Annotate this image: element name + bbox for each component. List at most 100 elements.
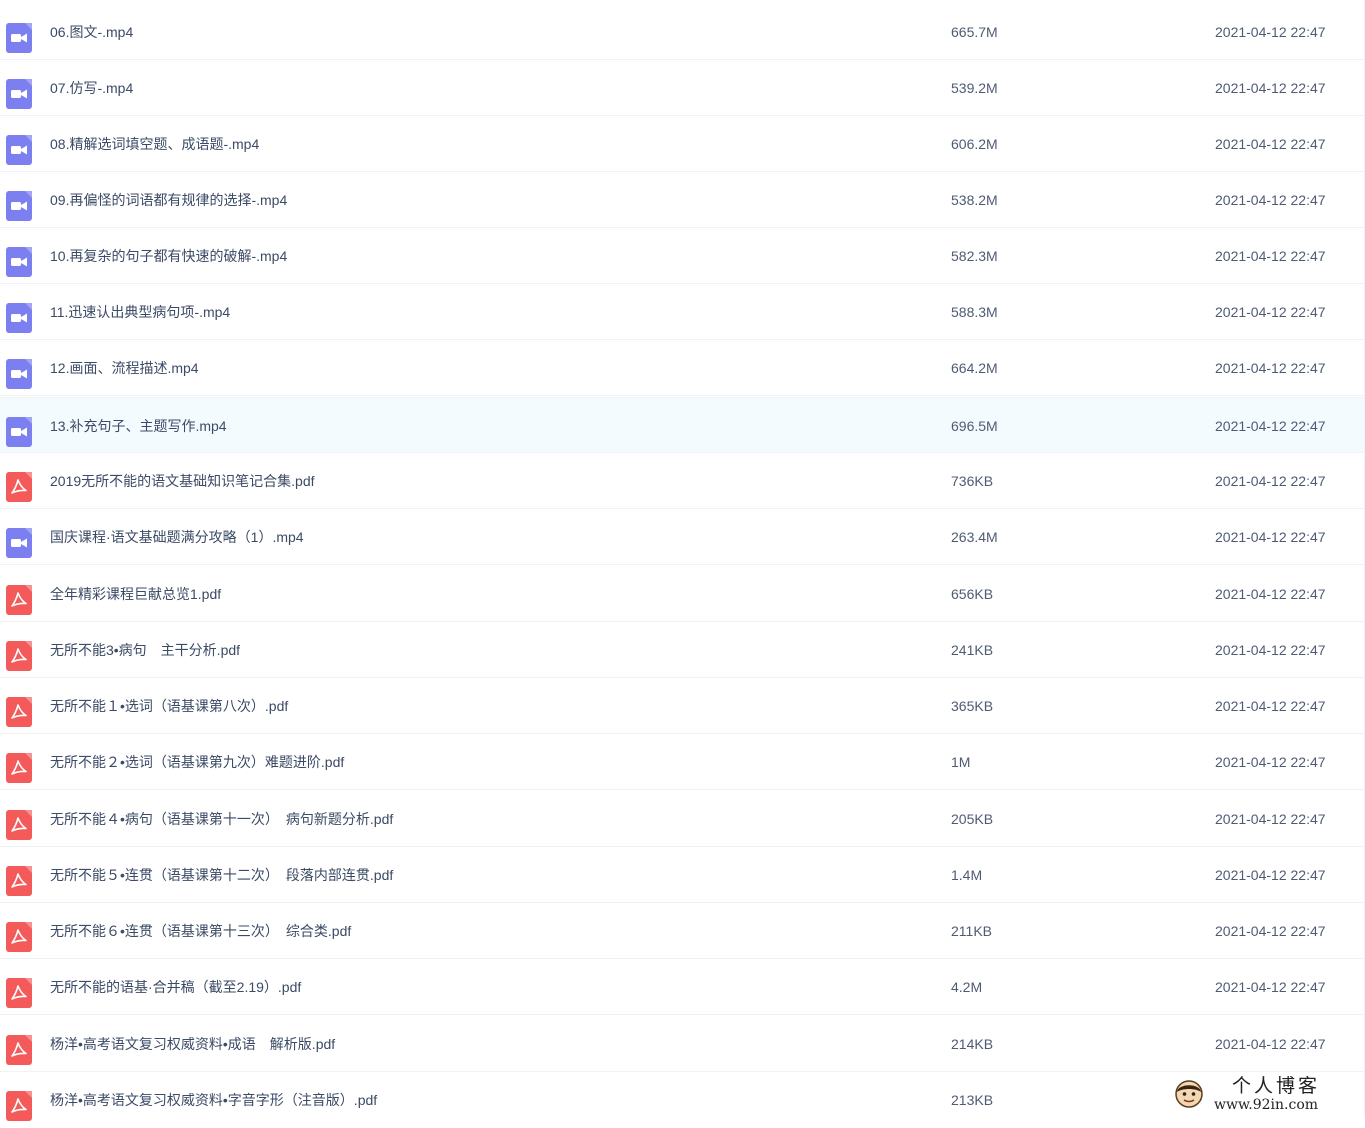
file-row[interactable]: 11.迅速认出典型病句项-.mp4 588.3M 2021-04-12 22:4… — [0, 284, 1364, 340]
file-size: 263.4M — [951, 529, 998, 545]
pdf-file-icon — [6, 1035, 32, 1065]
file-name[interactable]: 杨洋•高考语文复习权威资料•成语 解析版.pdf — [50, 1016, 335, 1072]
watermark-url: www.92in.com — [1214, 1097, 1319, 1113]
pdf-file-icon — [6, 585, 32, 615]
watermark: 个人博客 www.92in.com — [1172, 1075, 1362, 1115]
pdf-file-icon — [6, 978, 32, 1008]
file-row[interactable]: 无所不能４•病句（语基课第十一次） 病句新题分析.pdf 205KB 2021-… — [0, 791, 1364, 847]
pdf-file-icon — [6, 753, 32, 783]
file-time: 2021-04-12 22:47 — [1215, 136, 1326, 152]
file-row[interactable]: 无所不能６•连贯（语基课第十三次） 综合类.pdf 211KB 2021-04-… — [0, 903, 1364, 959]
file-row[interactable]: 无所不能５•连贯（语基课第十二次） 段落内部连贯.pdf 1.4M 2021-0… — [0, 847, 1364, 903]
file-time: 2021-04-12 22:47 — [1215, 24, 1326, 40]
file-time: 2021-04-12 22:47 — [1215, 642, 1326, 658]
video-file-icon — [6, 247, 32, 277]
file-name[interactable]: 无所不能５•连贯（语基课第十二次） 段落内部连贯.pdf — [50, 847, 393, 903]
file-row[interactable]: 无所不能１•选词（语基课第八次）.pdf 365KB 2021-04-12 22… — [0, 678, 1364, 734]
file-row[interactable]: 09.再偏怪的词语都有规律的选择-.mp4 538.2M 2021-04-12 … — [0, 172, 1364, 228]
file-row[interactable]: 08.精解选词填空题、成语题-.mp4 606.2M 2021-04-12 22… — [0, 116, 1364, 172]
video-file-icon — [6, 135, 32, 165]
file-time: 2021-04-12 22:47 — [1215, 473, 1326, 489]
file-time: 2021-04-12 22:47 — [1215, 304, 1326, 320]
file-name[interactable]: 无所不能的语基·合并稿（截至2.19）.pdf — [50, 959, 301, 1015]
pdf-file-icon — [6, 866, 32, 896]
file-name[interactable]: 无所不能２•选词（语基课第九次）难题进阶.pdf — [50, 734, 344, 790]
file-name[interactable]: 08.精解选词填空题、成语题-.mp4 — [50, 116, 259, 172]
file-size: 1M — [951, 754, 971, 770]
file-size: 365KB — [951, 698, 994, 714]
file-name[interactable]: 12.画面、流程描述.mp4 — [50, 340, 199, 396]
file-row[interactable]: 全年精彩课程巨献总览1.pdf 656KB 2021-04-12 22:47 — [0, 566, 1364, 622]
file-time: 2021-04-12 22:47 — [1215, 80, 1326, 96]
file-time: 2021-04-12 22:47 — [1215, 529, 1326, 545]
video-file-icon — [6, 23, 32, 53]
file-size: 211KB — [951, 923, 992, 939]
video-file-icon — [6, 191, 32, 221]
file-row[interactable]: 07.仿写-.mp4 539.2M 2021-04-12 22:47 — [0, 60, 1364, 116]
file-size: 656KB — [951, 586, 994, 602]
file-size: 736KB — [951, 473, 994, 489]
file-size: 696.5M — [951, 418, 998, 434]
pdf-file-icon — [6, 810, 32, 840]
file-row[interactable]: 06.图文-.mp4 665.7M 2021-04-12 22:47 — [0, 4, 1364, 60]
file-row[interactable]: 10.再复杂的句子都有快速的破解-.mp4 582.3M 2021-04-12 … — [0, 228, 1364, 284]
watermark-title: 个人博客 — [1232, 1075, 1321, 1097]
file-time: 2021-04-12 22:47 — [1215, 698, 1326, 714]
file-name[interactable]: 无所不能４•病句（语基课第十一次） 病句新题分析.pdf — [50, 791, 393, 847]
file-time: 2021-04-12 22:47 — [1215, 192, 1326, 208]
file-row[interactable]: 2019无所不能的语文基础知识笔记合集.pdf 736KB 2021-04-12… — [0, 453, 1364, 509]
file-name[interactable]: 全年精彩课程巨献总览1.pdf — [50, 566, 221, 622]
file-name[interactable]: 无所不能６•连贯（语基课第十三次） 综合类.pdf — [50, 903, 351, 959]
file-size: 4.2M — [951, 979, 983, 995]
file-name[interactable]: 无所不能１•选词（语基课第八次）.pdf — [50, 678, 288, 734]
file-size: 214KB — [951, 1036, 994, 1052]
file-time: 2021-04-12 22:47 — [1215, 979, 1326, 995]
file-time: 2021-04-12 22:47 — [1215, 923, 1326, 939]
file-name[interactable]: 10.再复杂的句子都有快速的破解-.mp4 — [50, 228, 287, 284]
file-row[interactable]: 杨洋•高考语文复习权威资料•成语 解析版.pdf 214KB 2021-04-1… — [0, 1016, 1364, 1072]
file-time: 2021-04-12 22:47 — [1215, 867, 1326, 883]
video-file-icon — [6, 528, 32, 558]
file-size: 538.2M — [951, 192, 998, 208]
file-time: 2021-04-12 22:47 — [1215, 586, 1326, 602]
file-name[interactable]: 无所不能3•病句 主干分析.pdf — [50, 622, 240, 678]
file-row[interactable]: 杨洋•高考语文复习权威资料•字音字形（注音版）.pdf 213KB — [0, 1072, 1364, 1128]
file-name[interactable]: 06.图文-.mp4 — [50, 4, 133, 60]
file-name[interactable]: 2019无所不能的语文基础知识笔记合集.pdf — [50, 453, 315, 509]
file-time: 2021-04-12 22:47 — [1215, 811, 1326, 827]
file-row[interactable]: 无所不能的语基·合并稿（截至2.19）.pdf 4.2M 2021-04-12 … — [0, 959, 1364, 1015]
file-size: 582.3M — [951, 248, 998, 264]
video-file-icon — [6, 303, 32, 333]
file-name[interactable]: 09.再偏怪的词语都有规律的选择-.mp4 — [50, 172, 287, 228]
file-size: 539.2M — [951, 80, 998, 96]
pdf-file-icon — [6, 641, 32, 671]
file-name[interactable]: 07.仿写-.mp4 — [50, 60, 133, 116]
file-name[interactable]: 国庆课程·语文基础题满分攻略（1）.mp4 — [50, 509, 304, 565]
file-row[interactable]: 无所不能２•选词（语基课第九次）难题进阶.pdf 1M 2021-04-12 2… — [0, 734, 1364, 790]
file-time: 2021-04-12 22:47 — [1215, 418, 1326, 434]
video-file-icon — [6, 417, 32, 447]
file-row-hovered[interactable]: 13.补充句子、主题写作.mp4 696.5M 2021-04-12 22:47 — [0, 397, 1364, 453]
file-time: 2021-04-12 22:47 — [1215, 754, 1326, 770]
file-size: 588.3M — [951, 304, 998, 320]
file-row[interactable]: 12.画面、流程描述.mp4 664.2M 2021-04-12 22:47 — [0, 340, 1364, 396]
file-name[interactable]: 杨洋•高考语文复习权威资料•字音字形（注音版）.pdf — [50, 1072, 377, 1128]
file-time: 2021-04-12 22:47 — [1215, 248, 1326, 264]
file-time: 2021-04-12 22:47 — [1215, 1036, 1326, 1052]
file-name[interactable]: 13.补充句子、主题写作.mp4 — [50, 398, 227, 454]
file-size: 664.2M — [951, 360, 998, 376]
file-size: 606.2M — [951, 136, 998, 152]
pdf-file-icon — [6, 697, 32, 727]
pdf-file-icon — [6, 922, 32, 952]
file-size: 205KB — [951, 811, 994, 827]
video-file-icon — [6, 359, 32, 389]
pdf-file-icon — [6, 472, 32, 502]
avatar-icon — [1175, 1080, 1203, 1108]
video-file-icon — [6, 79, 32, 109]
file-size: 213KB — [951, 1092, 994, 1108]
file-row[interactable]: 国庆课程·语文基础题满分攻略（1）.mp4 263.4M 2021-04-12 … — [0, 509, 1364, 565]
file-name[interactable]: 11.迅速认出典型病句项-.mp4 — [50, 284, 230, 340]
file-size: 665.7M — [951, 24, 998, 40]
file-row[interactable]: 无所不能3•病句 主干分析.pdf 241KB 2021-04-12 22:47 — [0, 622, 1364, 678]
file-size: 1.4M — [951, 867, 983, 883]
